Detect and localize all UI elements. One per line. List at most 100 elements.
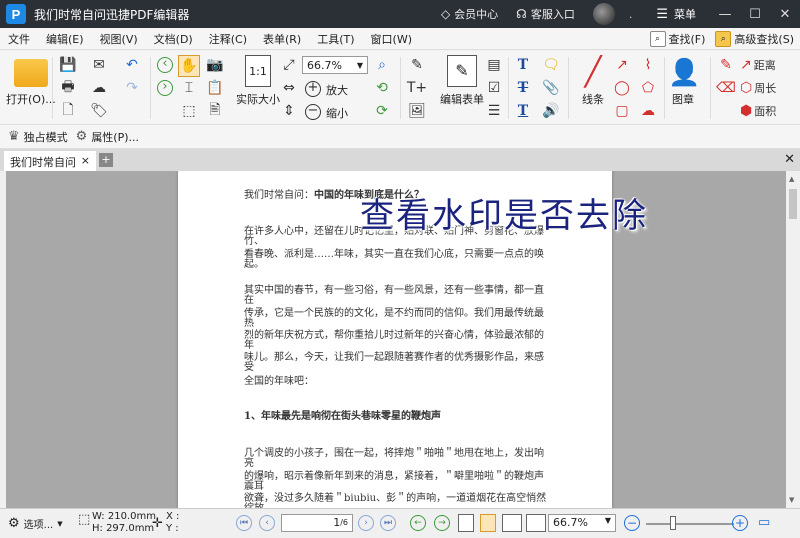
zoom-out-button[interactable]: − xyxy=(304,103,322,121)
menu-window[interactable]: 窗口(W) xyxy=(363,31,420,47)
add-tab-button[interactable]: + xyxy=(99,153,113,167)
scroll-up-icon[interactable]: ▲ xyxy=(789,175,794,183)
email-icon[interactable]: ✉ xyxy=(88,55,110,75)
arrow-icon[interactable]: ↗ xyxy=(612,55,632,75)
status-zoom-select[interactable]: 66.7% ▼ xyxy=(548,514,616,532)
minimize-button[interactable]: — xyxy=(710,7,740,22)
back-view-button[interactable]: ← xyxy=(410,515,426,531)
rectangle-icon[interactable]: ▢ xyxy=(612,101,632,121)
last-page-button[interactable]: ⏭ xyxy=(380,515,396,531)
menu-comment[interactable]: 注释(C) xyxy=(201,31,255,47)
zoom-slider-knob[interactable] xyxy=(670,516,676,530)
pencil-icon[interactable]: ✎ xyxy=(716,55,736,75)
note-icon[interactable]: 🗨 xyxy=(540,55,562,75)
fit-width-icon[interactable]: ⇔ xyxy=(280,79,298,97)
underline-icon[interactable]: T xyxy=(512,101,534,121)
stamp-icon: 👤 xyxy=(668,58,701,88)
doc-line: 欲聋，没过多久随着＂biubiu、彭＂的声响，一道道烟花在高空悄然绽放， xyxy=(244,493,547,509)
zoom-in-status-button[interactable]: + xyxy=(732,515,748,531)
edit-content-icon[interactable]: ✎ xyxy=(406,55,428,75)
typewriter-icon[interactable]: T xyxy=(512,55,534,75)
zoom-select[interactable]: 66.7% ▼ xyxy=(302,56,368,74)
fit-visible-icon[interactable]: ⇕ xyxy=(280,102,298,120)
distance-button[interactable]: ↗ 距离 xyxy=(740,55,796,75)
facing-view-button[interactable] xyxy=(502,514,522,532)
menu-file[interactable]: 文件 xyxy=(0,31,38,47)
menu-view[interactable]: 视图(V) xyxy=(92,31,146,47)
sound-icon[interactable]: 🔊 xyxy=(540,101,562,121)
actual-size-button[interactable]: 1:1 实际大小 xyxy=(236,55,280,107)
select-text-icon[interactable]: ⌶ xyxy=(178,78,200,98)
magnifier-icon[interactable]: ⌕ xyxy=(372,55,392,75)
properties-button[interactable]: ⚙ 属性(P)... xyxy=(76,129,139,145)
open-button[interactable]: 打开(O)... xyxy=(6,59,56,107)
cloud-icon[interactable]: ☁ xyxy=(638,101,658,121)
checkbox-field-icon[interactable]: ☑ xyxy=(484,78,504,98)
advanced-find-button[interactable]: ⌕ 高级查找(S) xyxy=(715,31,794,47)
line-tool-button[interactable]: ╱ 线条 xyxy=(576,55,610,107)
prev-page-button[interactable]: ‹ xyxy=(259,515,275,531)
tab-document[interactable]: 我们时常自问 * × xyxy=(4,151,96,183)
list-field-icon[interactable]: ☰ xyxy=(484,101,504,121)
text-field-icon[interactable]: ▤ xyxy=(484,55,504,75)
area-button[interactable]: ⬢ 面积 xyxy=(740,101,796,121)
vertical-scrollbar[interactable]: ▲ ▼ xyxy=(786,171,800,508)
menu-form[interactable]: 表单(R) xyxy=(255,31,309,47)
eraser-icon[interactable]: ⌫ xyxy=(716,78,736,98)
clipboard-icon[interactable]: 📋 xyxy=(204,78,226,98)
fullscreen-icon[interactable]: ▭ xyxy=(758,515,770,530)
member-center-link[interactable]: ◇ 会员中心 xyxy=(441,6,498,22)
attachment-icon[interactable]: 📎 xyxy=(540,78,562,98)
close-all-tabs-icon[interactable]: ✕ xyxy=(784,152,795,167)
exclusive-mode-button[interactable]: ♛ 独占模式 xyxy=(8,129,68,145)
upload-cloud-icon[interactable]: ☁ xyxy=(88,78,110,98)
polygon-icon[interactable]: ⬠ xyxy=(638,78,658,98)
menu-document[interactable]: 文档(D) xyxy=(146,31,201,47)
rotate-left-icon[interactable]: ⟲ xyxy=(372,78,392,98)
scroll-down-icon[interactable]: ▼ xyxy=(789,496,794,504)
find-button[interactable]: ⌕ 查找(F) xyxy=(649,31,705,47)
zoom-slider-track[interactable] xyxy=(646,523,734,525)
print-icon[interactable]: 🖶 xyxy=(58,78,78,98)
first-page-button[interactable]: ⏮ xyxy=(236,515,252,531)
ellipse-icon[interactable]: ◯ xyxy=(612,78,632,98)
add-text-icon[interactable]: T+ xyxy=(406,78,428,98)
continuous-facing-view-button[interactable] xyxy=(526,514,546,532)
zoom-out-status-button[interactable]: − xyxy=(624,515,640,531)
camera-icon[interactable]: 📷 xyxy=(204,55,226,75)
perimeter-button[interactable]: ⬡ 周长 xyxy=(740,78,796,98)
tab-close-icon[interactable]: × xyxy=(81,154,90,168)
next-page-button[interactable]: › xyxy=(358,515,374,531)
single-page-view-button[interactable] xyxy=(458,514,474,532)
close-button[interactable]: ✕ xyxy=(770,7,800,22)
main-menu-button[interactable]: ☰ 菜单 xyxy=(656,6,696,22)
edit-form-button[interactable]: ✎ 编辑表单 xyxy=(440,55,484,107)
strikeout-icon[interactable]: T xyxy=(512,78,534,98)
options-button[interactable]: ⚙ 选项... ▼ xyxy=(8,516,63,531)
snapshot-icon[interactable]: ⬚ xyxy=(178,101,200,121)
save-icon[interactable]: 💾 xyxy=(58,55,78,75)
stamp-button[interactable]: 👤 图章 xyxy=(668,55,701,107)
fit-page-icon[interactable]: ⤢ xyxy=(280,56,298,74)
print-preview-icon[interactable]: 🖹 xyxy=(204,101,226,121)
next-view-icon[interactable]: › xyxy=(156,79,174,97)
add-image-icon[interactable]: 🖼 xyxy=(406,101,428,121)
bookmark-icon[interactable]: 🏷 xyxy=(88,101,110,121)
maximize-button[interactable]: ☐ xyxy=(740,7,770,22)
hand-tool-icon[interactable]: ✋ xyxy=(178,55,200,77)
redo-icon[interactable]: ↷ xyxy=(122,78,142,98)
rotate-right-icon[interactable]: ⟳ xyxy=(372,101,392,121)
menu-tools[interactable]: 工具(T) xyxy=(309,31,362,47)
undo-icon[interactable]: ↶ xyxy=(122,55,142,75)
continuous-view-button[interactable] xyxy=(480,514,496,532)
user-avatar[interactable] xyxy=(592,3,615,25)
previous-view-icon[interactable]: ‹ xyxy=(156,56,174,74)
new-document-icon[interactable]: 🗋 xyxy=(58,101,78,121)
menu-edit[interactable]: 编辑(E) xyxy=(38,31,92,47)
forward-view-button[interactable]: → xyxy=(434,515,450,531)
zoom-in-button[interactable]: + xyxy=(304,80,322,98)
scroll-thumb[interactable] xyxy=(789,189,797,219)
customer-service-link[interactable]: ☊ 客服入口 xyxy=(516,6,575,22)
page-number-input[interactable]: 1 /6 xyxy=(281,514,353,532)
polyline-icon[interactable]: ⌇ xyxy=(638,55,658,75)
